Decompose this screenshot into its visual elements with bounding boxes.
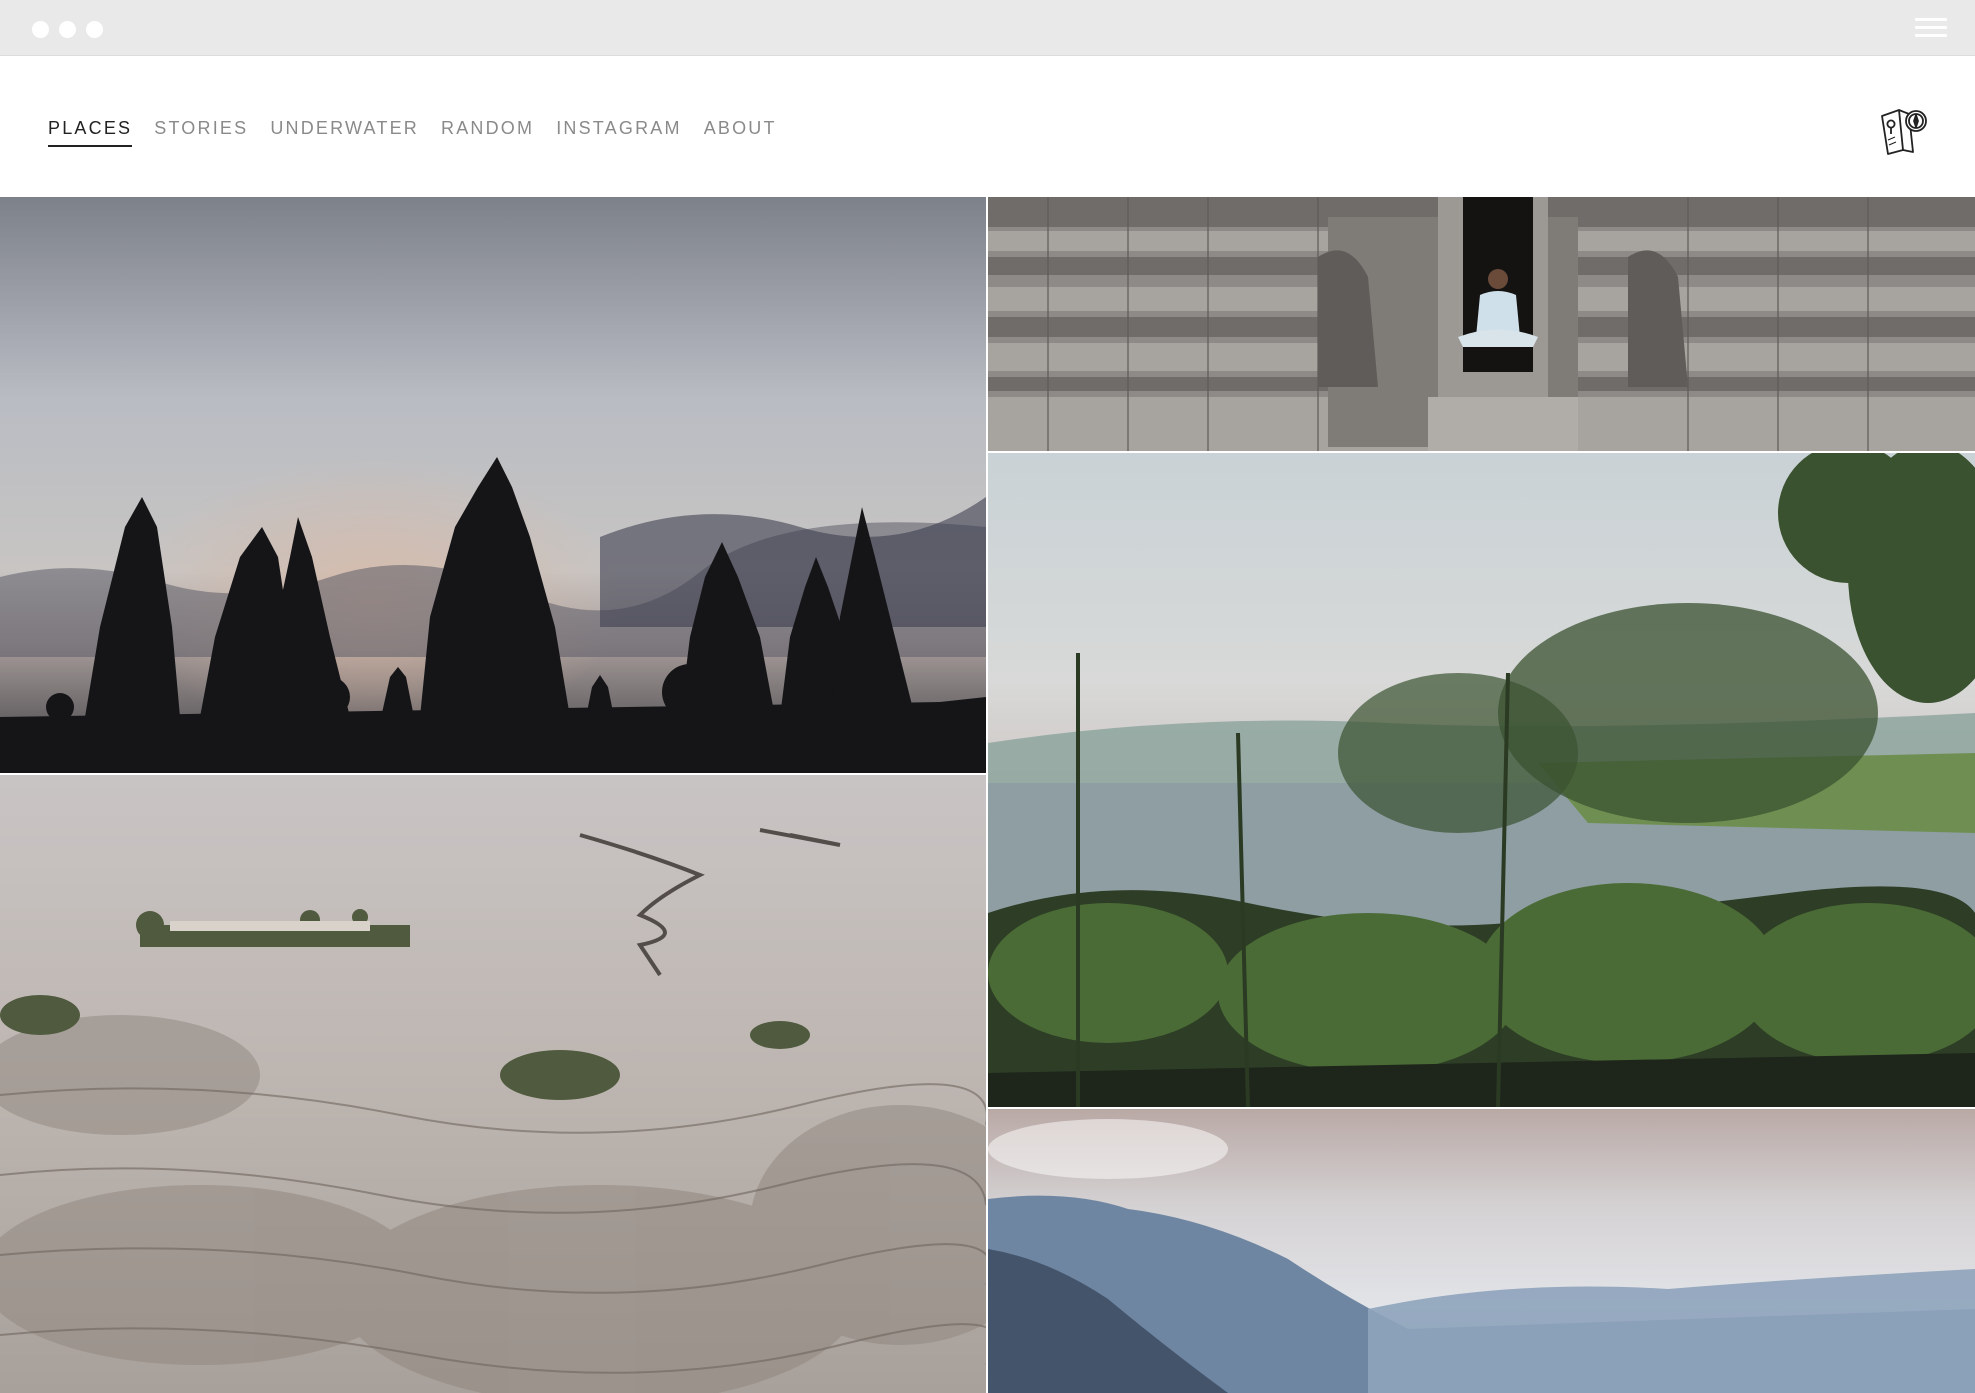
window-dot-close[interactable] [32,21,49,38]
main-nav: PLACES STORIES UNDERWATER RANDOM INSTAGR… [48,118,799,147]
temple-doorway-photo[interactable] [988,197,1975,451]
misty-mountains-photo[interactable] [988,1109,1975,1393]
window-dot-maximize[interactable] [86,21,103,38]
nav-item-about[interactable]: ABOUT [704,118,777,147]
browser-chrome [0,0,1975,56]
nav-item-instagram[interactable]: INSTAGRAM [556,118,681,147]
nav-item-underwater[interactable]: UNDERWATER [270,118,419,147]
map-compass-icon[interactable] [1879,104,1929,156]
river-jungle-photo[interactable] [988,453,1975,1107]
site-header: PLACES STORIES UNDERWATER RANDOM INSTAGR… [0,56,1975,197]
hamburger-menu-icon[interactable] [1915,18,1947,38]
volcanic-plain-photo[interactable] [0,775,986,1393]
temple-silhouette-photo[interactable] [0,197,986,773]
nav-item-stories[interactable]: STORIES [154,118,248,147]
window-controls [32,21,103,38]
nav-item-random[interactable]: RANDOM [441,118,534,147]
photo-gallery [0,197,1975,1393]
nav-item-places[interactable]: PLACES [48,118,133,147]
window-dot-minimize[interactable] [59,21,76,38]
